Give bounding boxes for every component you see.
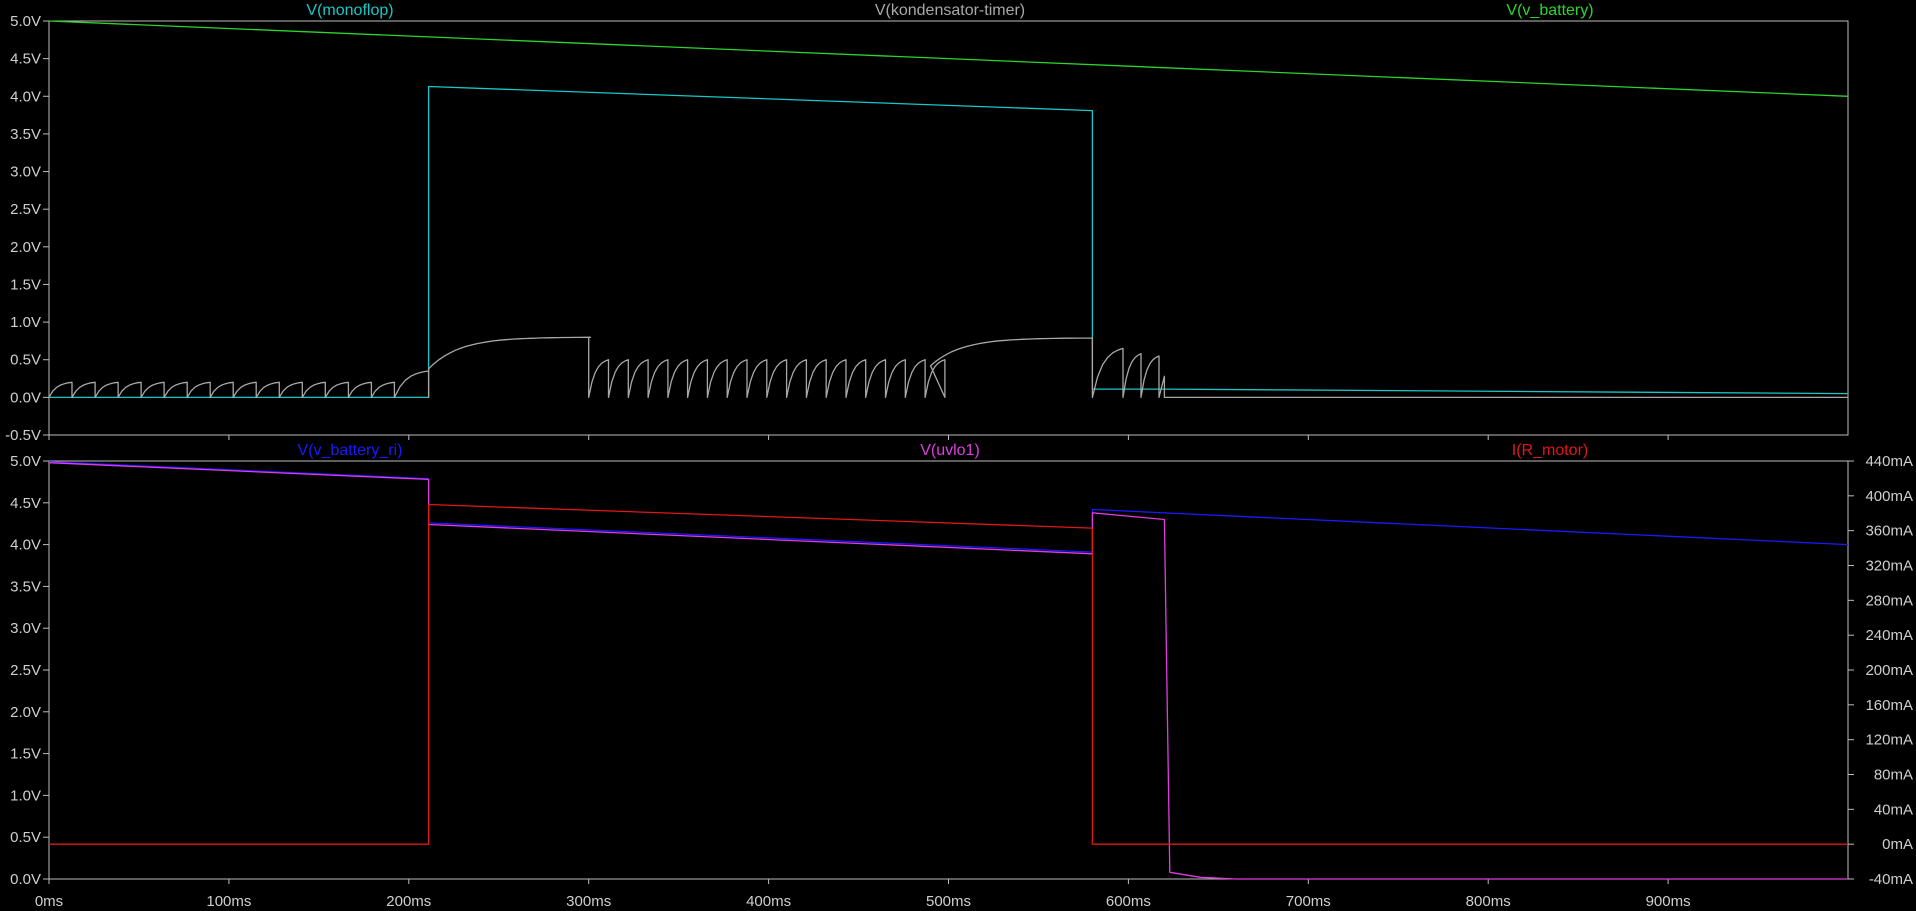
y-tick-label: 5.0V — [10, 13, 41, 30]
y-tick-label: 0.5V — [10, 352, 41, 369]
x-tick-label: 300ms — [566, 893, 611, 910]
y-tick-label: 2.5V — [10, 662, 41, 679]
y-tick-label: 4.0V — [10, 88, 41, 105]
x-tick-label: 0ms — [35, 893, 63, 910]
y2-tick-label: 120mA — [1865, 732, 1913, 749]
x-tick-label: 500ms — [926, 893, 971, 910]
x-tick-label: 700ms — [1286, 893, 1331, 910]
y-tick-label: 3.5V — [10, 126, 41, 143]
x-tick-label: 400ms — [746, 893, 791, 910]
y-tick-label: 4.5V — [10, 51, 41, 68]
y-tick-label: 0.5V — [10, 829, 41, 846]
trace-label-v-kondensator-timer[interactable]: V(kondensator-timer) — [875, 2, 1025, 19]
y-tick-label: 3.5V — [10, 578, 41, 595]
y2-tick-label: 40mA — [1874, 801, 1913, 818]
x-tick-label: 600ms — [1106, 893, 1151, 910]
y-tick-label: 3.0V — [10, 620, 41, 637]
waveform-plot: 5.0V 4.5V 4.0V 3.5V 3.0V 2.5V 2.0V 1.5V 1.0V 0.5V… — [0, 0, 1916, 911]
y-tick-label: 2.0V — [10, 704, 41, 721]
y2-tick-label: 280mA — [1865, 592, 1913, 609]
y2-tick-label: 160mA — [1865, 697, 1913, 714]
y2-tick-label: 360mA — [1865, 523, 1913, 540]
y2-tick-label: 0mA — [1882, 836, 1913, 853]
y-tick-label: 2.0V — [10, 239, 41, 256]
y-tick-label: 0.0V — [10, 871, 41, 888]
trace-label-v-monoflop[interactable]: V(monoflop) — [306, 2, 393, 19]
y2-tick-label: 440mA — [1865, 453, 1913, 470]
y-tick-label: 4.5V — [10, 495, 41, 512]
x-tick-label: 200ms — [386, 893, 431, 910]
y-tick-label: 1.0V — [10, 314, 41, 331]
x-tick-label: 900ms — [1646, 893, 1691, 910]
y-tick-label: 5.0V — [10, 453, 41, 470]
y-tick-label: 3.0V — [10, 164, 41, 181]
y2-tick-label: -40mA — [1869, 871, 1913, 888]
trace-label-v-v-battery[interactable]: V(v_battery) — [1506, 2, 1593, 19]
trace-label-v-v-battery-ri[interactable]: V(v_battery_ri) — [298, 442, 403, 459]
trace-label-i-r-motor[interactable]: I(R_motor) — [1512, 442, 1588, 459]
y2-tick-label: 320mA — [1865, 558, 1913, 575]
x-tick-label: 800ms — [1466, 893, 1511, 910]
y-tick-label: 1.5V — [10, 746, 41, 763]
y-tick-label: 4.0V — [10, 537, 41, 554]
y2-tick-label: 80mA — [1874, 767, 1913, 784]
y-tick-label: 1.0V — [10, 787, 41, 804]
y-tick-label: 2.5V — [10, 201, 41, 218]
trace-label-v-uvlo1[interactable]: V(uvlo1) — [920, 442, 980, 459]
y2-tick-label: 200mA — [1865, 662, 1913, 679]
y2-tick-label: 400mA — [1865, 488, 1913, 505]
y2-tick-label: 240mA — [1865, 627, 1913, 644]
y-tick-label: 1.5V — [10, 276, 41, 293]
x-tick-label: 100ms — [206, 893, 251, 910]
y-tick-label: -0.5V — [5, 427, 41, 444]
y-tick-label: 0.0V — [10, 389, 41, 406]
